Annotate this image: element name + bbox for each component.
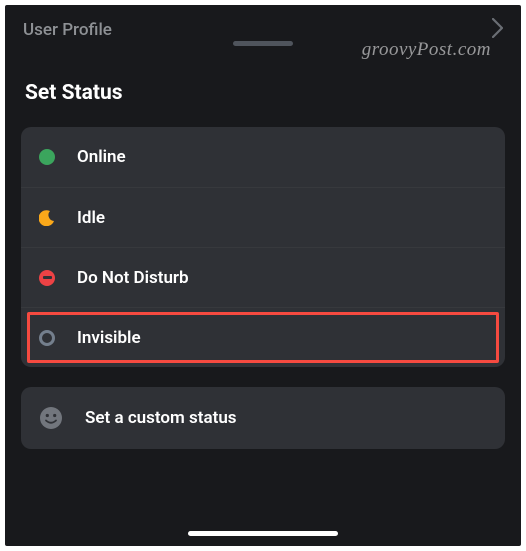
status-label: Idle (77, 208, 105, 228)
status-option-dnd[interactable]: Do Not Disturb (21, 247, 505, 307)
home-indicator[interactable] (188, 531, 338, 536)
sheet-title: Set Status (5, 45, 521, 127)
top-row: User Profile (5, 5, 521, 45)
status-label: Do Not Disturb (77, 268, 189, 288)
set-custom-status-button[interactable]: Set a custom status (21, 387, 505, 449)
status-label: Invisible (77, 328, 141, 348)
status-option-online[interactable]: Online (21, 127, 505, 187)
user-profile-link[interactable]: User Profile (23, 20, 112, 40)
emoji-smile-icon (39, 406, 63, 430)
idle-icon (39, 210, 55, 226)
dnd-icon (39, 270, 55, 286)
chevron-right-icon[interactable] (492, 16, 503, 44)
online-icon (39, 149, 55, 165)
status-options-card: Online Idle Do Not Disturb Invisible (21, 127, 505, 367)
custom-status-label: Set a custom status (85, 408, 237, 428)
status-label: Online (77, 147, 126, 167)
sheet-drag-handle[interactable] (233, 41, 293, 46)
app-frame: User Profile groovyPost.com Set Status O… (5, 5, 521, 546)
invisible-icon (39, 330, 55, 346)
status-option-invisible[interactable]: Invisible (21, 307, 505, 367)
status-option-idle[interactable]: Idle (21, 187, 505, 247)
